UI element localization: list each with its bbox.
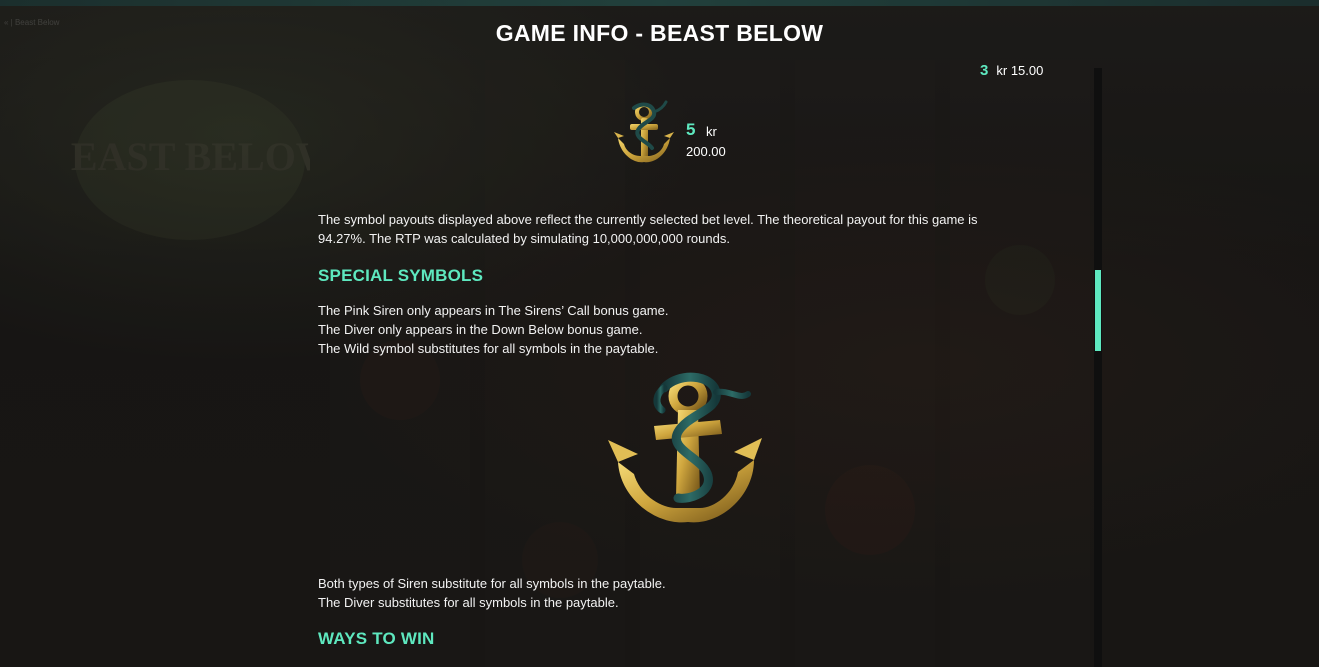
rtp-note-line: The symbol payouts displayed above refle…: [318, 212, 978, 227]
pay-value: 200.00: [686, 144, 726, 159]
rtp-note: The symbol payouts displayed above refle…: [318, 210, 1058, 248]
info-content[interactable]: 3 kr 15.00 5 kr 200.00 The symbol payout…: [318, 60, 1078, 667]
paytable-row: 5 kr 200.00: [612, 98, 812, 170]
pay-count: 5: [686, 120, 696, 139]
special-symbols-heading: SPECIAL SYMBOLS: [318, 266, 484, 285]
anchor-icon: [614, 100, 674, 163]
ways-to-win-heading: WAYS TO WIN: [318, 629, 435, 648]
substitute-line: The Diver substitutes for all symbols in…: [318, 595, 619, 610]
page-title: GAME INFO - BEAST BELOW: [495, 20, 824, 46]
special-symbols-line: The Diver only appears in the Down Below…: [318, 322, 643, 337]
special-symbols-text: The Pink Siren only appears in The Siren…: [318, 301, 1058, 358]
pay-currency: kr: [996, 63, 1008, 78]
anchor-wild-icon: [608, 372, 762, 523]
special-symbols-line: The Wild symbol substitutes for all symb…: [318, 341, 659, 356]
special-symbols-line: The Pink Siren only appears in The Siren…: [318, 303, 669, 318]
scrollbar[interactable]: [1094, 68, 1102, 667]
substitute-line: Both types of Siren substitute for all s…: [318, 576, 666, 591]
rtp-note-line: 94.27%. The RTP was calculated by simula…: [318, 231, 730, 246]
pay-count: 3: [980, 62, 989, 79]
scrollbar-thumb[interactable]: [1095, 270, 1101, 351]
pay-value: 15.00: [1010, 63, 1044, 78]
paytable-row-partial: 3 kr 15.00: [980, 62, 1043, 79]
game-info-screen: « | Beast Below BEAST BELOW GAME INFO - …: [0, 0, 1319, 667]
pay-currency: kr: [706, 124, 717, 139]
substitute-text: Both types of Siren substitute for all s…: [318, 574, 1058, 612]
